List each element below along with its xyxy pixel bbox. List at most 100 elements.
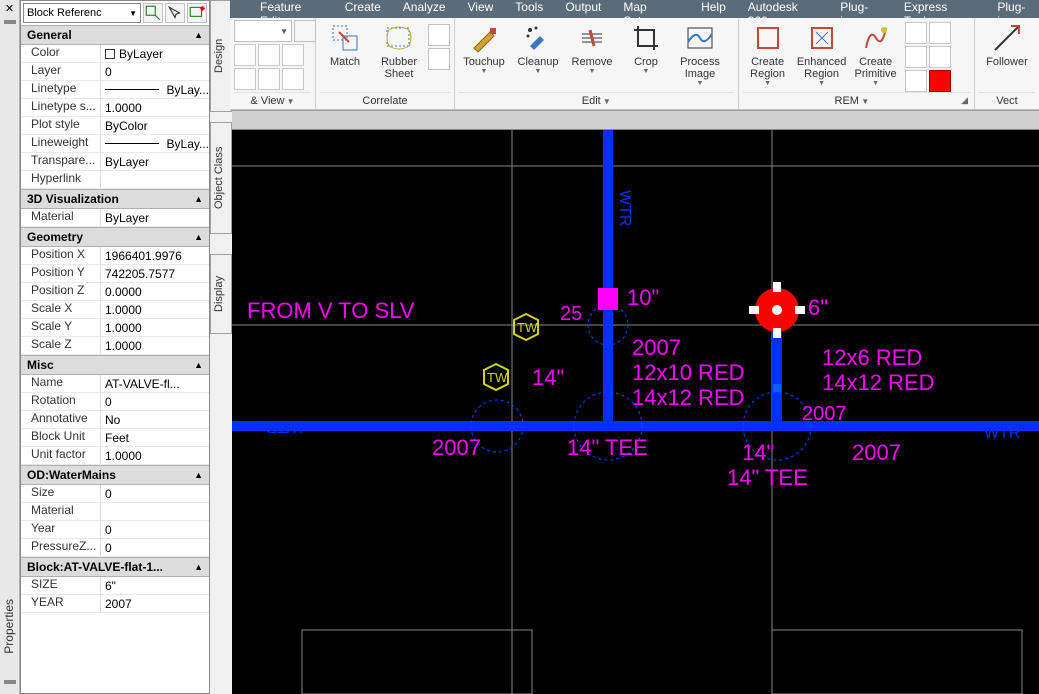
property-row[interactable]: MaterialByLayer	[21, 209, 209, 227]
view-tool-1[interactable]	[234, 44, 256, 66]
view-tool-2[interactable]	[258, 44, 280, 66]
rem-color-swatch[interactable]	[929, 70, 951, 92]
property-row[interactable]: YEAR2007	[21, 595, 209, 613]
layer-button[interactable]	[294, 20, 316, 42]
property-value[interactable]: 0	[101, 539, 209, 556]
section-block[interactable]: Block:AT-VALVE-flat-1...▲	[21, 557, 209, 577]
property-value[interactable]: 1.0000	[101, 319, 209, 336]
tab-design[interactable]: Design	[210, 0, 232, 112]
enhanced-region-button[interactable]: Enhanced Region	[797, 20, 847, 87]
property-row[interactable]: PressureZ...0	[21, 539, 209, 557]
property-row[interactable]: NameAT-VALVE-fl...	[21, 375, 209, 393]
select-objects-button[interactable]	[165, 3, 185, 23]
tab-display[interactable]: Display	[210, 254, 232, 334]
property-value[interactable]	[101, 503, 209, 520]
property-row[interactable]: Unit factor1.0000	[21, 447, 209, 465]
panel-label-view[interactable]: & View	[250, 95, 294, 107]
property-value[interactable]: AT-VALVE-fl...	[101, 375, 209, 392]
property-row[interactable]: Rotation0	[21, 393, 209, 411]
menu-output[interactable]: Output	[565, 0, 601, 14]
property-row[interactable]: ColorByLayer	[21, 45, 209, 63]
property-value[interactable]: ByLayer	[101, 153, 209, 170]
view-tool-5[interactable]	[258, 68, 280, 90]
property-value[interactable]: ByColor	[101, 117, 209, 134]
property-row[interactable]: LineweightByLay...	[21, 135, 209, 153]
property-row[interactable]: Linetype s...1.0000	[21, 99, 209, 117]
menu-help[interactable]: Help	[701, 0, 726, 14]
property-value[interactable]: Feet	[101, 429, 209, 446]
quick-select-button[interactable]	[143, 3, 163, 23]
match-button[interactable]: Match	[320, 20, 370, 68]
menu-analyze[interactable]: Analyze	[403, 0, 446, 14]
property-row[interactable]: Layer0	[21, 63, 209, 81]
section-general[interactable]: General▲	[21, 25, 209, 45]
property-row[interactable]: Year0	[21, 521, 209, 539]
menu-create[interactable]: Create	[345, 0, 381, 14]
property-row[interactable]: Scale Z1.0000	[21, 337, 209, 355]
property-row[interactable]: Material	[21, 503, 209, 521]
follower-button[interactable]: Follower	[979, 20, 1035, 68]
process-image-button[interactable]: Process Image	[675, 20, 725, 87]
section-od-watermains[interactable]: OD:WaterMains▲	[21, 465, 209, 485]
property-row[interactable]: Scale Y1.0000	[21, 319, 209, 337]
create-region-button[interactable]: Create Region	[743, 20, 793, 87]
section-misc[interactable]: Misc▲	[21, 355, 209, 375]
property-value[interactable]: 0.0000	[101, 283, 209, 300]
property-value[interactable]: No	[101, 411, 209, 428]
property-value[interactable]: 1966401.9976	[101, 247, 209, 264]
property-row[interactable]: Position Z0.0000	[21, 283, 209, 301]
cleanup-button[interactable]: Cleanup	[513, 20, 563, 75]
create-primitive-button[interactable]: Create Primitive	[851, 20, 901, 87]
section-3d-visualization[interactable]: 3D Visualization▲	[21, 189, 209, 209]
property-value[interactable]: 0	[101, 393, 209, 410]
rem-tool-4[interactable]	[929, 46, 951, 68]
property-value[interactable]: 0	[101, 521, 209, 538]
property-value[interactable]: 6"	[101, 577, 209, 594]
property-row[interactable]: SIZE6"	[21, 577, 209, 595]
property-row[interactable]: Position Y742205.7577	[21, 265, 209, 283]
property-value[interactable]: 1.0000	[101, 99, 209, 116]
property-value[interactable]	[101, 171, 209, 188]
property-value[interactable]: ByLay...	[101, 135, 209, 152]
property-row[interactable]: Size0	[21, 485, 209, 503]
property-row[interactable]: Scale X1.0000	[21, 301, 209, 319]
property-value[interactable]: 0	[101, 485, 209, 502]
property-value[interactable]: 1.0000	[101, 447, 209, 464]
view-tool-3[interactable]	[282, 44, 304, 66]
drawing-canvas[interactable]: TW TW FROM V TO SLV 25 10" 6" 2007 12x10…	[232, 130, 1039, 694]
section-geometry[interactable]: Geometry▲	[21, 227, 209, 247]
correlate-tool-1[interactable]	[428, 24, 450, 46]
toggle-pickadd-button[interactable]	[187, 3, 207, 23]
property-row[interactable]: Hyperlink	[21, 171, 209, 189]
drag-handle-icon[interactable]	[4, 20, 16, 24]
property-value[interactable]: 1.0000	[101, 337, 209, 354]
view-tool-6[interactable]	[282, 68, 304, 90]
rem-tool-2[interactable]	[929, 22, 951, 44]
property-row[interactable]: Plot styleByColor	[21, 117, 209, 135]
panel-label-rem[interactable]: REM	[835, 95, 870, 107]
layer-dropdown[interactable]	[234, 20, 292, 42]
property-row[interactable]: AnnotativeNo	[21, 411, 209, 429]
property-value[interactable]: 742205.7577	[101, 265, 209, 282]
menu-tools[interactable]: Tools	[515, 0, 543, 14]
rubber-sheet-button[interactable]: Rubber Sheet	[374, 20, 424, 80]
view-tool-4[interactable]	[234, 68, 256, 90]
rem-tool-1[interactable]	[905, 22, 927, 44]
property-value[interactable]: ByLayer	[101, 209, 209, 226]
property-value[interactable]: ByLay...	[101, 81, 209, 98]
close-icon[interactable]: ✕	[0, 0, 19, 15]
property-row[interactable]: LinetypeByLay...	[21, 81, 209, 99]
property-row[interactable]: Transpare...ByLayer	[21, 153, 209, 171]
correlate-tool-2[interactable]	[428, 48, 450, 70]
menu-view[interactable]: View	[468, 0, 494, 14]
property-row[interactable]: Block UnitFeet	[21, 429, 209, 447]
crop-button[interactable]: Crop	[621, 20, 671, 75]
property-value[interactable]: 1.0000	[101, 301, 209, 318]
property-row[interactable]: Position X1966401.9976	[21, 247, 209, 265]
property-value[interactable]: ByLayer	[101, 45, 209, 62]
object-type-selector[interactable]: Block Referenc	[23, 3, 141, 23]
remove-button[interactable]: Remove	[567, 20, 617, 75]
property-value[interactable]: 0	[101, 63, 209, 80]
property-value[interactable]: 2007	[101, 595, 209, 612]
touchup-button[interactable]: Touchup	[459, 20, 509, 75]
